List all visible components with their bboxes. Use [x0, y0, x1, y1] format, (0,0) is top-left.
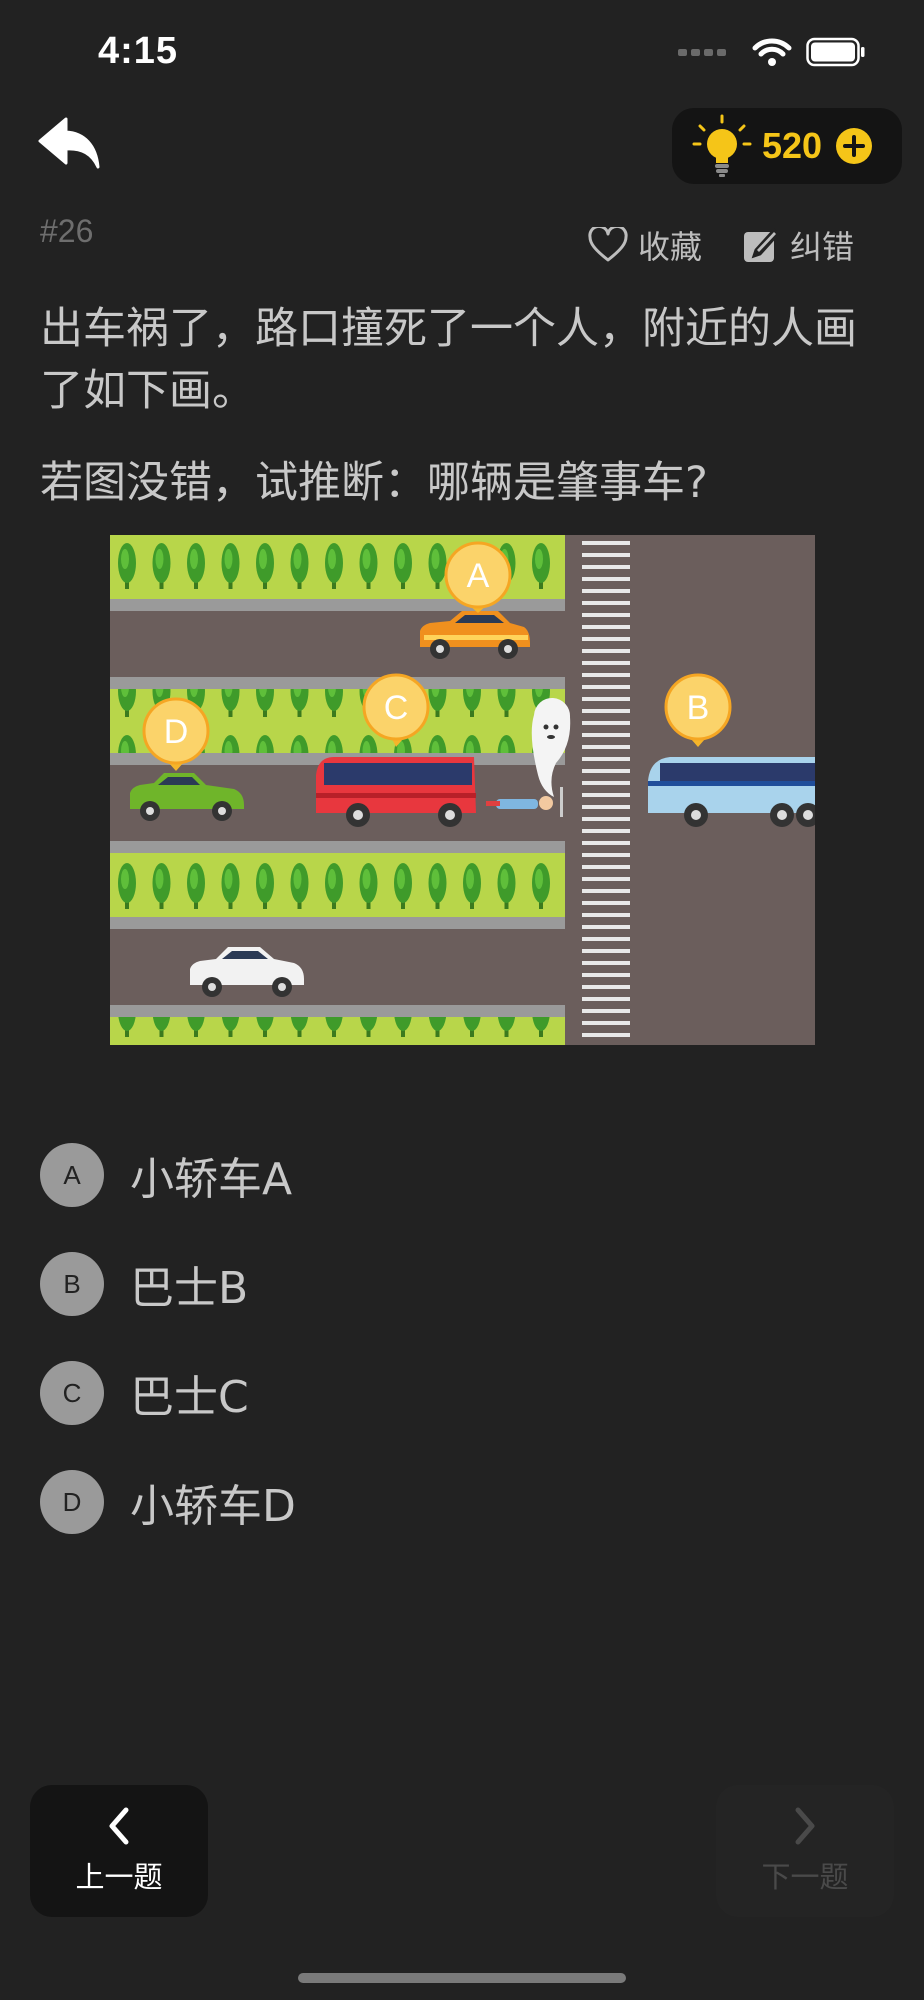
- option-c-text: 巴士C: [130, 1372, 249, 1423]
- marker-c-label: C: [384, 689, 409, 727]
- lightbulb-icon: [692, 114, 752, 177]
- heart-icon: [588, 227, 628, 262]
- question-number: #26: [40, 213, 94, 249]
- option-a-text: 小轿车A: [130, 1154, 293, 1205]
- question-prompt: 若图没错，试推断：哪辆是肇事车?: [40, 458, 708, 508]
- back-arrow-icon: [38, 117, 100, 169]
- chevron-right-icon: [795, 1807, 815, 1845]
- edit-icon: [744, 227, 780, 262]
- next-question-button[interactable]: 下一题: [716, 1785, 894, 1917]
- option-d[interactable]: D 小轿车D: [40, 1469, 296, 1535]
- wifi-icon: [752, 38, 792, 66]
- favorite-button[interactable]: 收藏: [588, 222, 702, 268]
- previous-question-button[interactable]: 上一题: [30, 1785, 208, 1917]
- report-label: 纠错: [790, 229, 855, 265]
- marker-a-label: A: [467, 557, 490, 595]
- marker-b-label: B: [687, 689, 710, 727]
- option-c-letter: C: [40, 1361, 104, 1425]
- option-c[interactable]: C 巴士C: [40, 1360, 249, 1426]
- status-icons: [678, 36, 866, 68]
- option-b-text: 巴士B: [130, 1263, 249, 1314]
- option-a[interactable]: A 小轿车A: [40, 1142, 292, 1208]
- hint-count: 520: [762, 125, 823, 166]
- option-d-letter: D: [40, 1470, 104, 1534]
- option-d-text: 小轿车D: [130, 1481, 296, 1532]
- question-text: 出车祸了，路口撞死了一个人，附近的人画了如下画。: [40, 304, 857, 416]
- add-icon[interactable]: [834, 126, 874, 166]
- marker-d-label: D: [164, 713, 189, 751]
- signal-icon: [678, 49, 726, 56]
- favorite-label: 收藏: [638, 229, 703, 265]
- report-error-button[interactable]: 纠错: [742, 222, 854, 268]
- option-b-letter: B: [40, 1252, 104, 1316]
- back-button[interactable]: [38, 115, 108, 175]
- hint-balance[interactable]: 520: [672, 108, 902, 184]
- battery-icon: [806, 37, 865, 67]
- next-label: 下一题: [761, 1860, 849, 1894]
- chevron-left-icon: [109, 1807, 129, 1845]
- status-time: 4:15: [98, 30, 179, 72]
- previous-label: 上一题: [75, 1860, 163, 1894]
- option-b[interactable]: B 巴士B: [40, 1251, 248, 1317]
- home-indicator: [298, 1973, 626, 1983]
- option-a-letter: A: [40, 1143, 104, 1207]
- puzzle-illustration: A D C B: [110, 535, 815, 1045]
